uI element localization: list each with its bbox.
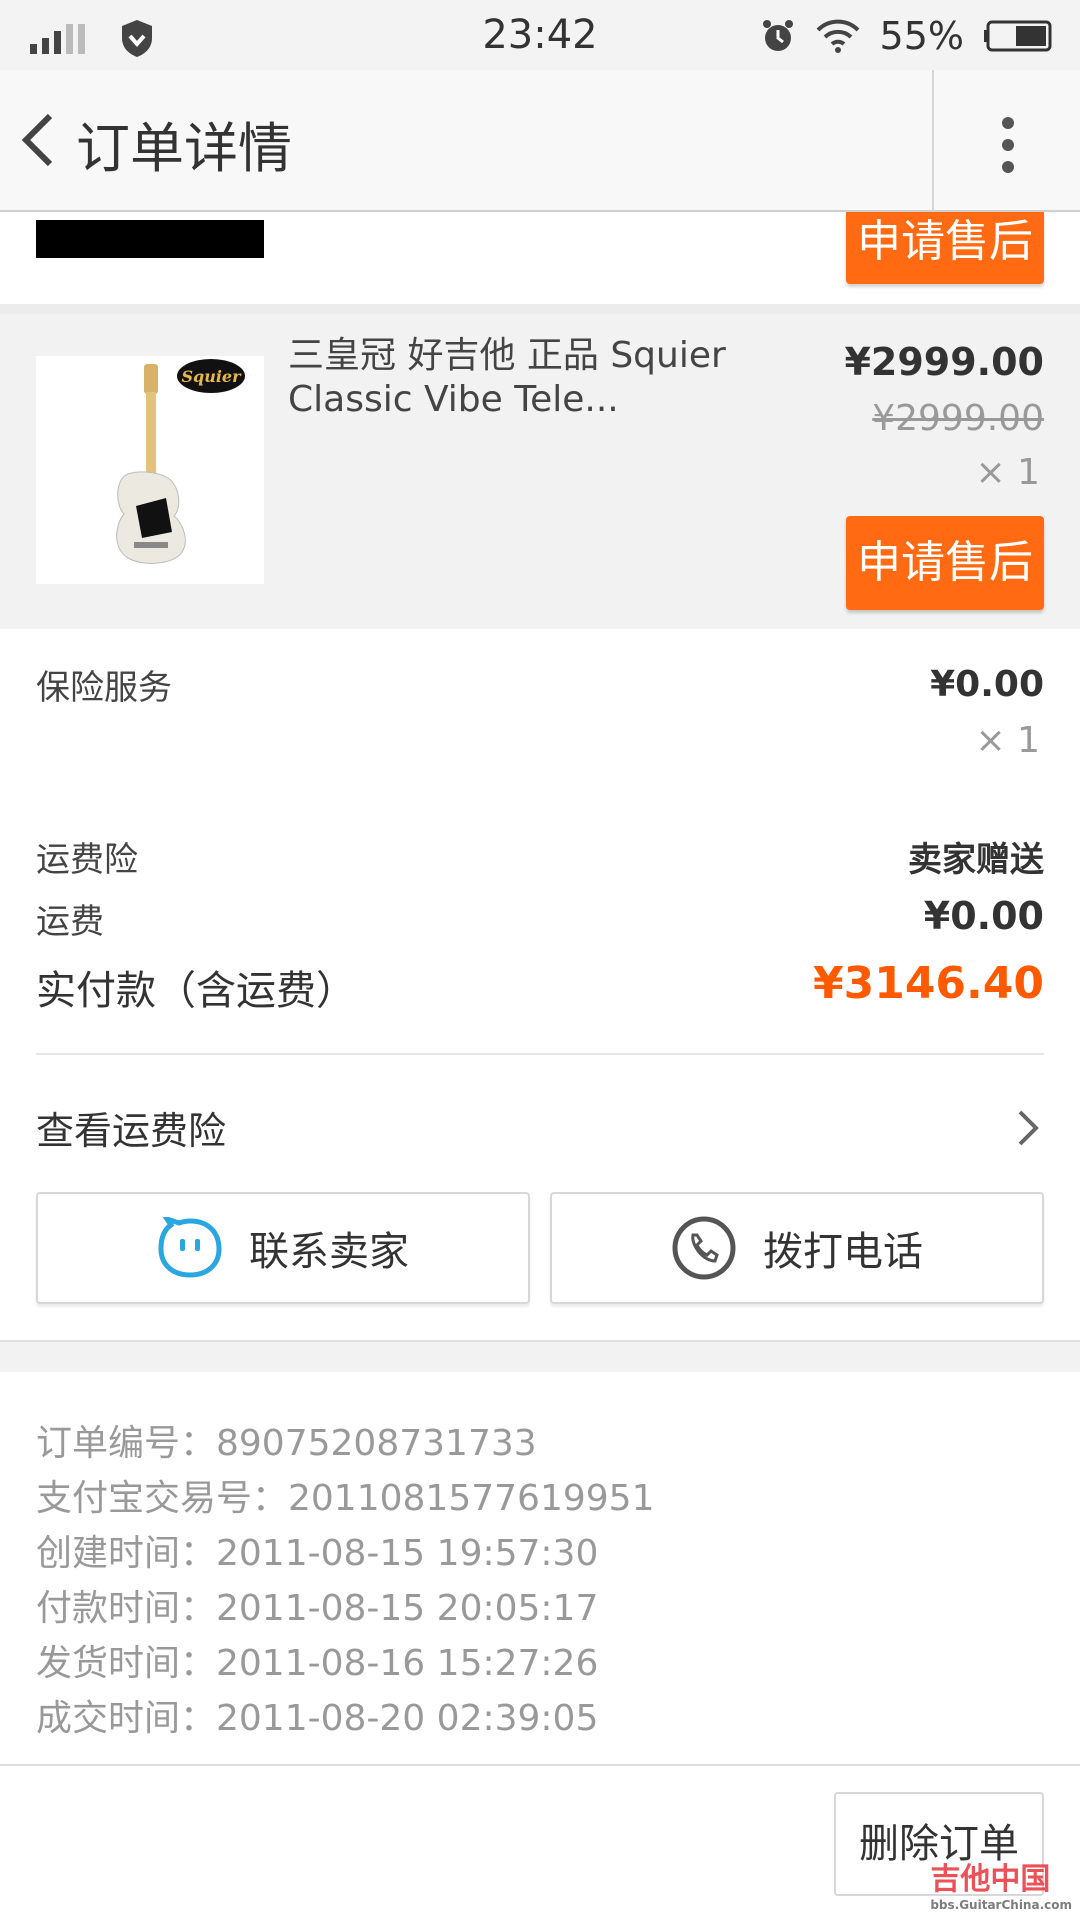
section-gap: [0, 304, 1080, 314]
chevron-right-icon: [1018, 1110, 1039, 1146]
paid-total-label: 实付款（含运费）: [36, 968, 356, 1014]
paid-time: 付款时间：2011-08-15 20:05:17: [36, 1588, 599, 1629]
alipay-number: 支付宝交易号：2011081577619951: [36, 1478, 655, 1519]
paid-total-value: ¥3146.40: [812, 958, 1044, 1009]
guitar-image-icon: Squier: [116, 359, 245, 564]
section-gap: [0, 1340, 1080, 1372]
page-title: 订单详情: [76, 117, 292, 180]
redacted-block: [36, 220, 264, 258]
order-item-card[interactable]: Squier 三皇冠 好吉他 正品 Squier Classic Vibe Te…: [0, 314, 1080, 629]
freight-label: 运费: [36, 902, 104, 942]
chat-face-icon: [158, 1217, 222, 1278]
product-price: ¥2999.00: [844, 340, 1044, 384]
status-bar: 23:42 55%: [0, 0, 1080, 70]
insurance-label: 保险服务: [36, 668, 172, 708]
freight-value: ¥0.00: [923, 894, 1044, 938]
freight-insurance-value: 卖家赠送: [908, 840, 1044, 880]
insurance-price: ¥0.00: [930, 664, 1044, 705]
product-thumbnail[interactable]: Squier: [36, 356, 264, 584]
footer-divider: [0, 1764, 1080, 1766]
view-freight-insurance-row[interactable]: 查看运费险: [0, 1060, 1080, 1180]
product-quantity: × 1: [975, 452, 1040, 493]
order-number: 订单编号：89075208731733: [36, 1423, 537, 1464]
nav-bar: 订单详情: [0, 70, 1080, 212]
after-sale-button[interactable]: 申请售后: [846, 516, 1044, 610]
shipped-time: 发货时间：2011-08-16 15:27:26: [36, 1643, 599, 1684]
status-right: 55%: [760, 14, 1054, 58]
brand-logo: Squier: [181, 367, 242, 386]
alarm-icon: [762, 20, 793, 51]
contact-seller-button[interactable]: 联系卖家: [36, 1192, 530, 1304]
battery-percent: 55%: [879, 14, 964, 58]
watermark-text: 吉他中国: [930, 1862, 1051, 1897]
closed-time: 成交时间：2011-08-20 02:39:05: [36, 1698, 599, 1739]
contact-seller-label: 联系卖家: [249, 1229, 409, 1275]
view-freight-insurance-label: 查看运费险: [36, 1109, 227, 1153]
after-sale-button-prev[interactable]: 申请售后: [846, 212, 1044, 284]
nav-divider: [932, 70, 934, 212]
insurance-quantity: × 1: [975, 720, 1040, 761]
wifi-icon: [816, 19, 859, 53]
divider: [36, 1053, 1044, 1055]
watermark: 吉他中国 bbs.GuitarChina.com: [930, 1854, 1072, 1912]
call-button[interactable]: 拨打电话: [550, 1192, 1044, 1304]
battery-icon: [984, 20, 1052, 52]
created-time: 创建时间：2011-08-15 19:57:30: [36, 1533, 599, 1574]
phone-icon: [672, 1216, 736, 1280]
product-original-price: ¥2999.00: [872, 398, 1044, 439]
freight-insurance-label: 运费险: [36, 840, 138, 880]
watermark-sub: bbs.GuitarChina.com: [930, 1898, 1072, 1912]
back-arrow-icon[interactable]: [18, 110, 58, 170]
call-label: 拨打电话: [763, 1229, 923, 1275]
product-title[interactable]: 三皇冠 好吉他 正品 Squier Classic Vibe Tele...: [288, 334, 788, 422]
more-options-icon[interactable]: [990, 115, 1026, 175]
